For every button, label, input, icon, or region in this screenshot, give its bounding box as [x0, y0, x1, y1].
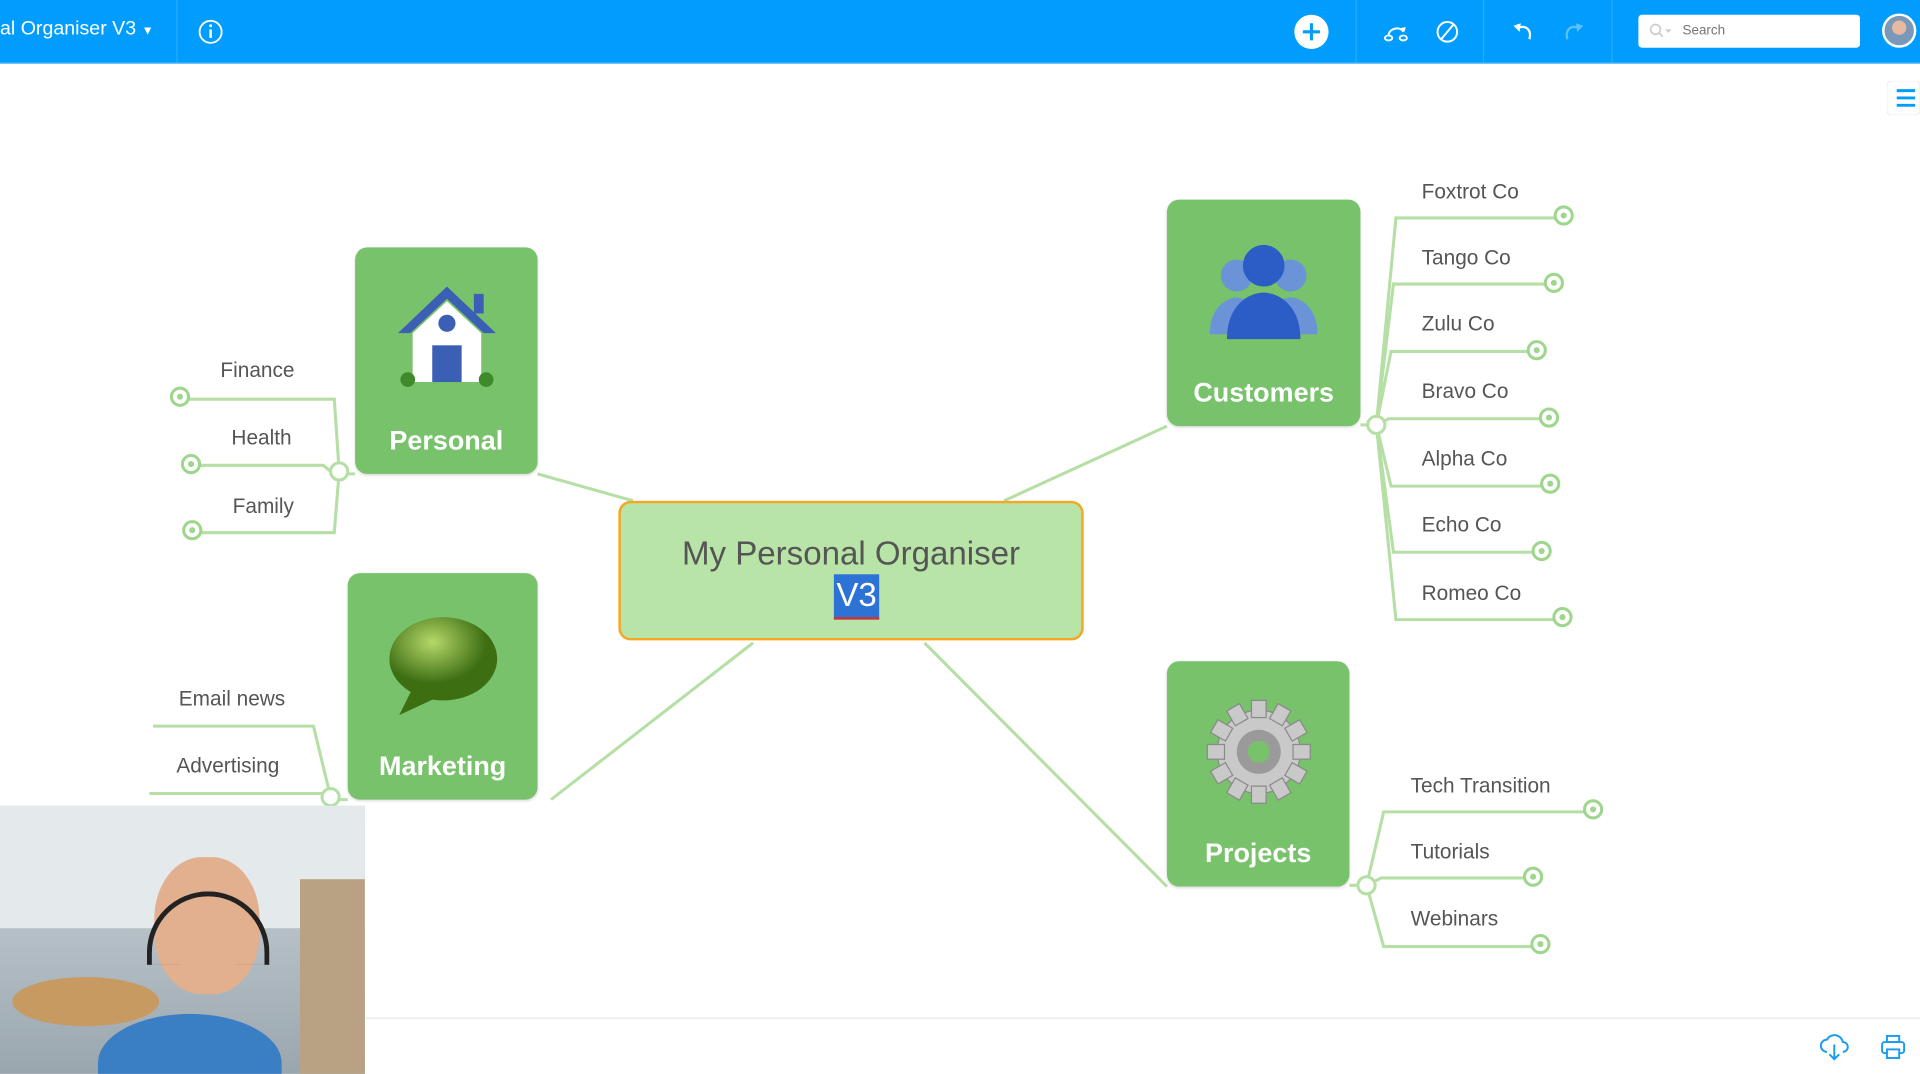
- expand-handle[interactable]: [1526, 340, 1547, 361]
- leaf-topic[interactable]: Tech Transition: [1411, 774, 1551, 798]
- expand-handle[interactable]: [169, 386, 191, 407]
- leaf-topic[interactable]: Tutorials: [1411, 840, 1490, 864]
- selected-text[interactable]: V3: [833, 574, 880, 620]
- people-icon: [1209, 244, 1318, 340]
- branch-personal[interactable]: Personal: [355, 247, 538, 474]
- leaf-topic[interactable]: Foxtrot Co: [1422, 180, 1519, 204]
- branch-marketing[interactable]: Marketing: [347, 573, 538, 800]
- expand-handle[interactable]: [1553, 205, 1574, 226]
- leaf-topic[interactable]: Email news: [179, 687, 285, 711]
- expand-handle[interactable]: [180, 453, 202, 475]
- leaf-topic[interactable]: Tango Co: [1422, 246, 1511, 270]
- expand-handle[interactable]: [1552, 607, 1573, 628]
- expand-handle[interactable]: [1522, 866, 1544, 887]
- leaf-topic[interactable]: Advertising: [176, 754, 279, 778]
- print-icon[interactable]: [1878, 1032, 1907, 1061]
- expand-handle[interactable]: [1582, 799, 1604, 820]
- expand-handle[interactable]: [1540, 473, 1561, 494]
- leaf-topic[interactable]: Romeo Co: [1422, 582, 1522, 606]
- leaf-topic[interactable]: Bravo Co: [1422, 380, 1509, 404]
- leaf-topic[interactable]: Health: [231, 426, 291, 450]
- expand-handle[interactable]: [182, 520, 203, 541]
- central-topic[interactable]: My Personal Organiser V3: [618, 500, 1084, 641]
- gear-icon: [1206, 699, 1311, 804]
- webcam-video: [0, 805, 365, 1074]
- leaf-topic[interactable]: Alpha Co: [1422, 447, 1508, 471]
- expand-handle[interactable]: [1530, 933, 1551, 955]
- leaf-topic[interactable]: Webinars: [1411, 907, 1499, 931]
- leaf-topic[interactable]: Echo Co: [1422, 513, 1502, 537]
- expand-handle[interactable]: [1531, 540, 1552, 562]
- expand-handle[interactable]: [1543, 272, 1564, 293]
- house-icon: [397, 286, 496, 387]
- leaf-topic[interactable]: Finance: [220, 359, 294, 383]
- speech-bubble-icon: [388, 617, 497, 716]
- divider: [364, 1017, 1920, 1019]
- leaf-topic[interactable]: Family: [233, 495, 294, 519]
- cloud-download-icon[interactable]: [1818, 1032, 1850, 1061]
- leaf-topic[interactable]: Zulu Co: [1422, 312, 1495, 336]
- expand-handle[interactable]: [1538, 407, 1560, 428]
- branch-projects[interactable]: Projects: [1166, 661, 1350, 887]
- branch-customers[interactable]: Customers: [1166, 199, 1361, 427]
